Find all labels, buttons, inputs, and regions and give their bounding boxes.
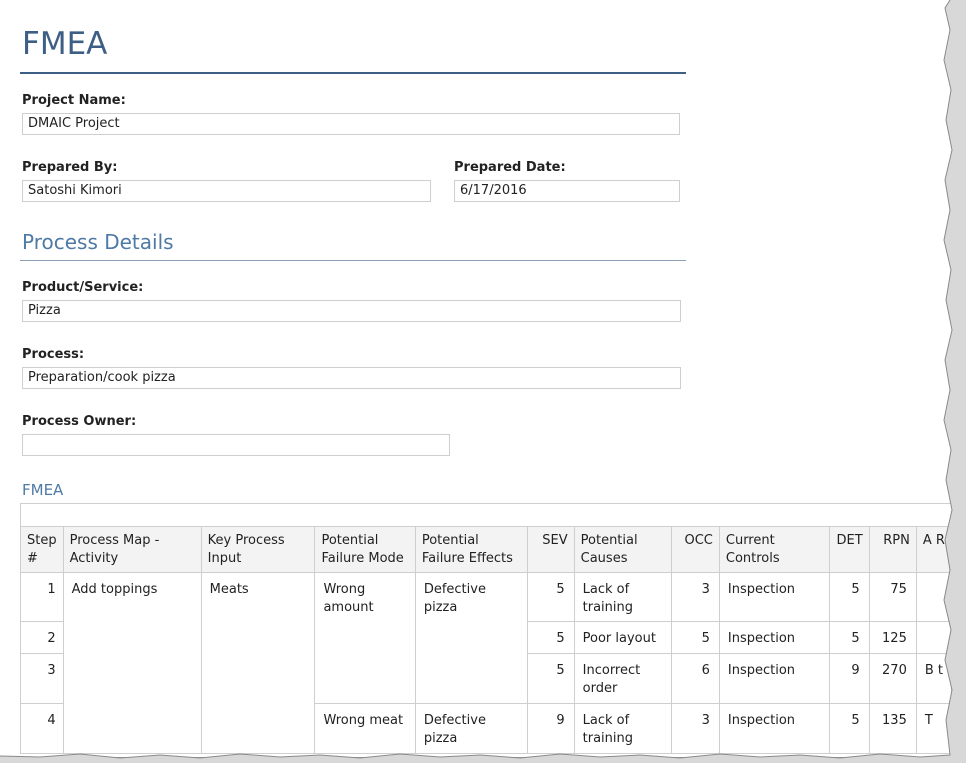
cell-activity[interactable]: Add toppings [62,572,202,754]
column-header-step[interactable]: Step # [20,526,64,573]
column-header-sev[interactable]: SEV [526,526,575,573]
prepared-date-field[interactable]: 6/17/2016 [454,180,680,202]
cell-failure-effects[interactable]: Defective pizza [414,572,528,704]
process-label: Process: [22,347,85,362]
cell-step[interactable]: 3 [20,653,64,704]
product-service-field[interactable]: Pizza [22,300,681,322]
table-row: 1 Add toppings Meats Wrong amount Defect… [20,572,952,754]
document-page: FMEA Project Name: DMAIC Project Prepare… [0,0,952,757]
cell-rpn[interactable]: 135 [868,703,917,754]
cell-cause[interactable]: Poor layout [573,621,672,654]
cell-det[interactable]: 5 [829,621,870,654]
cell-control[interactable]: Inspection [718,703,831,754]
cell-step[interactable]: 2 [20,621,64,654]
cell-det[interactable]: 5 [829,703,870,754]
cell-control[interactable]: Inspection [718,621,831,654]
cell-sev[interactable]: 5 [526,572,575,622]
process-owner-field[interactable] [22,434,450,456]
process-details-heading: Process Details [22,230,174,254]
column-header-causes[interactable]: Potential Causes [573,526,672,573]
column-header-controls[interactable]: Current Controls [718,526,831,573]
fmea-table-heading: FMEA [22,481,64,499]
cell-det[interactable]: 5 [829,572,870,622]
cell-failure-mode[interactable]: Wrong amount [314,572,416,704]
prepared-by-label: Prepared By: [22,160,118,175]
cell-cause[interactable]: Lack of training [573,572,672,622]
cell-step[interactable]: 4 [20,703,64,754]
cell-step[interactable]: 1 [20,572,64,622]
cell-failure-mode[interactable]: Wrong meat [314,703,416,754]
fmea-table: Step # Process Map - Activity Key Proces… [20,526,952,754]
cell-control[interactable]: Inspection [718,653,831,704]
title-divider [20,72,686,74]
cell-rpn[interactable]: 125 [868,621,917,654]
prepared-by-field[interactable]: Satoshi Kimori [22,180,431,202]
column-header-det[interactable]: DET [829,526,870,573]
cell-partial[interactable] [915,572,952,622]
cell-failure-effects[interactable]: Defective pizza [414,703,528,754]
page-title: FMEA [22,26,108,62]
cell-partial[interactable] [915,621,952,654]
process-owner-label: Process Owner: [22,414,137,429]
product-service-label: Product/Service: [22,280,144,295]
prepared-date-label: Prepared Date: [454,160,566,175]
process-details-divider [20,260,686,261]
cell-occ[interactable]: 6 [670,653,720,704]
fmea-table-toolbar [20,503,952,527]
cell-input[interactable]: Meats [200,572,316,754]
column-header-failure-effects[interactable]: Potential Failure Effects [414,526,528,573]
cell-partial[interactable]: B t [915,653,952,704]
project-name-label: Project Name: [22,93,126,108]
cell-occ[interactable]: 3 [670,703,720,754]
cell-occ[interactable]: 5 [670,621,720,654]
cell-sev[interactable]: 9 [526,703,575,754]
cell-sev[interactable]: 5 [526,621,575,654]
cell-sev[interactable]: 5 [526,653,575,704]
cell-det[interactable]: 9 [829,653,870,704]
column-header-rpn[interactable]: RPN [868,526,917,573]
column-header-partial[interactable]: A R [915,526,952,573]
column-header-input[interactable]: Key Process Input [200,526,316,573]
cell-control[interactable]: Inspection [718,572,831,622]
process-field[interactable]: Preparation/cook pizza [22,367,681,389]
cell-cause[interactable]: Incorrect order [573,653,672,704]
column-header-activity[interactable]: Process Map - Activity [62,526,202,573]
column-header-occ[interactable]: OCC [670,526,720,573]
cell-occ[interactable]: 3 [670,572,720,622]
cell-cause[interactable]: Lack of training [573,703,672,754]
column-header-failure-mode[interactable]: Potential Failure Mode [314,526,416,573]
table-header-row: Step # Process Map - Activity Key Proces… [20,526,952,573]
project-name-field[interactable]: DMAIC Project [22,113,680,135]
cell-rpn[interactable]: 270 [868,653,917,704]
cell-rpn[interactable]: 75 [868,572,917,622]
cell-partial[interactable]: T [915,703,952,754]
